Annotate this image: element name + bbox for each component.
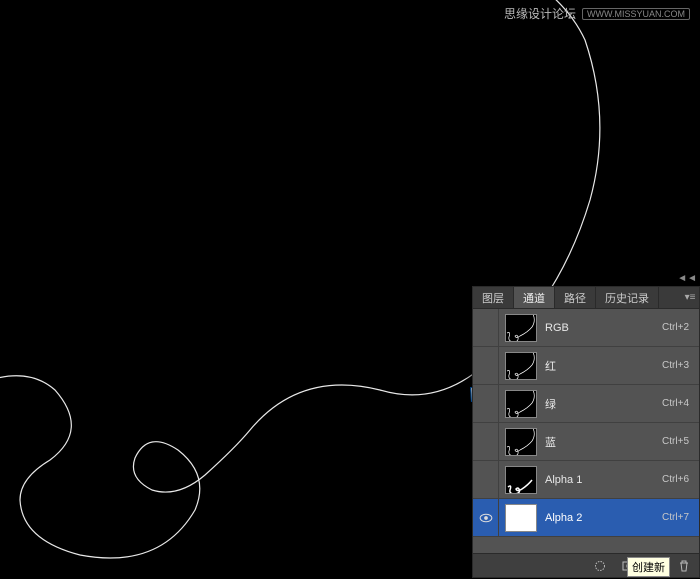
visibility-toggle[interactable] (473, 423, 499, 460)
eye-icon (479, 513, 493, 523)
channel-name: Alpha 2 (545, 512, 662, 524)
tab-channels[interactable]: 通道 (514, 287, 555, 308)
watermark-top: 思缘设计论坛 WWW.MISSYUAN.COM (504, 5, 690, 22)
channel-name: RGB (545, 322, 662, 334)
channel-row-red[interactable]: 红 Ctrl+3 (473, 347, 699, 385)
channel-thumb (505, 314, 537, 342)
tab-paths[interactable]: 路径 (555, 287, 596, 308)
visibility-toggle[interactable] (473, 499, 499, 536)
channel-thumb (505, 504, 537, 532)
watermark-cn: 思缘设计论坛 (504, 5, 576, 22)
channel-name: 蓝 (545, 434, 662, 450)
tab-history[interactable]: 历史记录 (596, 287, 659, 308)
channel-shortcut: Ctrl+5 (662, 436, 693, 447)
channel-name: Alpha 1 (545, 474, 662, 486)
channel-shortcut: Ctrl+4 (662, 398, 693, 409)
channel-name: 红 (545, 358, 662, 374)
collapse-icon[interactable]: ◄◄ (677, 273, 697, 284)
tab-layers[interactable]: 图层 (473, 287, 514, 308)
panel-empty-area (473, 537, 699, 553)
visibility-toggle[interactable] (473, 461, 499, 498)
channel-name: 绿 (545, 396, 662, 412)
channel-row-alpha1[interactable]: Alpha 1 Ctrl+6 (473, 461, 699, 499)
panel-menu-icon[interactable]: ▾≡ (681, 287, 699, 308)
visibility-toggle[interactable] (473, 385, 499, 422)
delete-channel-icon[interactable] (673, 557, 695, 575)
channel-shortcut: Ctrl+7 (662, 512, 693, 523)
channel-row-rgb[interactable]: RGB Ctrl+2 (473, 309, 699, 347)
visibility-toggle[interactable] (473, 309, 499, 346)
visibility-toggle[interactable] (473, 347, 499, 384)
panel-tabs: 图层 通道 路径 历史记录 ▾≡ (473, 287, 699, 309)
channel-list: RGB Ctrl+2 红 Ctrl+3 绿 Ctrl+4 蓝 Ctrl (473, 309, 699, 553)
channels-panel: ◄◄ 图层 通道 路径 历史记录 ▾≡ RGB Ctrl+2 红 Ctrl+3 (472, 286, 700, 578)
channel-shortcut: Ctrl+2 (662, 322, 693, 333)
load-selection-icon[interactable] (589, 557, 611, 575)
channel-row-green[interactable]: 绿 Ctrl+4 (473, 385, 699, 423)
channel-thumb (505, 390, 537, 418)
tooltip: 创建新 (627, 557, 670, 577)
channel-row-blue[interactable]: 蓝 Ctrl+5 (473, 423, 699, 461)
channel-shortcut: Ctrl+6 (662, 474, 693, 485)
channel-thumb (505, 466, 537, 494)
channel-shortcut: Ctrl+3 (662, 360, 693, 371)
channel-row-alpha2[interactable]: Alpha 2 Ctrl+7 (473, 499, 699, 537)
channel-thumb (505, 352, 537, 380)
channel-thumb (505, 428, 537, 456)
watermark-url: WWW.MISSYUAN.COM (582, 8, 690, 20)
